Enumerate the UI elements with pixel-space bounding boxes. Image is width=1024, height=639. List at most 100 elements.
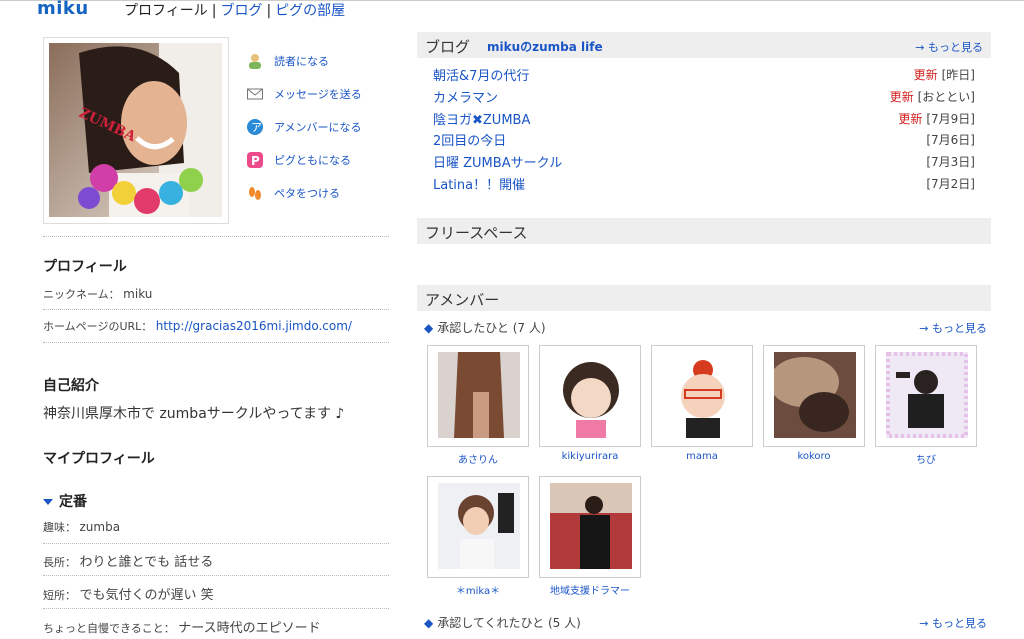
avatar (438, 352, 520, 438)
profile-item-value: zumba (79, 520, 121, 534)
member-card[interactable]: 地域支援ドラマー (539, 476, 641, 597)
arrow-right-icon: ◆ (424, 616, 434, 630)
pigg-friend-action[interactable]: P ピグともになる (246, 143, 396, 176)
free-space-header: フリースペース (417, 218, 991, 244)
member-card[interactable]: kikiyurirara (539, 345, 641, 462)
blog-more-link[interactable]: → もっと見る (915, 39, 983, 55)
send-message-label: メッセージを送る (274, 87, 362, 101)
member-card[interactable]: mama (651, 345, 753, 462)
nav-blog[interactable]: ブログ (220, 3, 262, 19)
profile-item-value: わりと誰とでも 話せる (79, 555, 214, 570)
user-name[interactable]: miku (37, 0, 89, 19)
blog-entry: カメラマン 更新 [おととい] (433, 86, 975, 108)
intro-title: 自己紹介 (43, 378, 99, 394)
profile-item-row: 長所： わりと誰とでも 話せる (43, 551, 213, 570)
profile-item-label: 趣味： (43, 521, 76, 534)
member-avatar-frame (651, 345, 753, 447)
blog-entry-date: [7月3日] (926, 153, 975, 170)
blog-entry-title[interactable]: Latina！！開催 (433, 174, 525, 193)
member-avatar-frame (427, 345, 529, 447)
profile-photo[interactable]: ZUMBA (49, 43, 222, 217)
amember-action[interactable]: ア アメンバーになる (246, 110, 396, 143)
member-name: kokoro (797, 451, 831, 462)
member-avatar-frame (763, 345, 865, 447)
amember-label: アメンバーになる (274, 120, 362, 134)
blog-title: ブログ (425, 38, 471, 56)
top-nav: プロフィール | ブログ | ピグの部屋 (124, 0, 345, 20)
blog-entry-title[interactable]: 2回目の今日 (433, 130, 506, 149)
amember-header: アメンバー (417, 285, 991, 311)
member-name: kikiyurirara (561, 451, 619, 462)
date-text: [7月2日] (926, 176, 975, 191)
member-name: ちび (916, 455, 936, 466)
send-message-action[interactable]: メッセージを送る (246, 77, 396, 110)
blog-entry-title[interactable]: 日曜 ZUMBAサークル (433, 152, 562, 171)
blog-panel-header: ブログ mikuのzumba life → もっと見る (417, 32, 991, 58)
footprint-label: ペタをつける (274, 186, 340, 200)
avatar (886, 352, 968, 438)
update-badge: 更新 (889, 89, 914, 104)
update-badge: 更新 (913, 68, 938, 82)
blog-entry: 日曜 ZUMBAサークル [7月3日] (433, 151, 975, 173)
blog-name-link[interactable]: mikuのzumba life (487, 38, 603, 55)
blog-entry-title[interactable]: 陰ヨガ✖ZUMBA (433, 109, 530, 128)
svg-text:P: P (251, 154, 260, 168)
date-text: [7月3日] (926, 155, 975, 170)
member-avatar-frame (427, 476, 529, 578)
section-standard[interactable]: 定番 (43, 491, 87, 511)
chevron-down-icon (43, 499, 53, 505)
approved-by-more-link[interactable]: → もっと見る (919, 615, 987, 631)
my-profile-title: マイプロフィール (43, 451, 155, 467)
amember-title: アメンバー (425, 291, 500, 309)
svg-text:ア: ア (251, 121, 262, 134)
homepage-row: ホームページのURL： http://gracias2016mi.jimdo.c… (43, 318, 352, 334)
divider (43, 342, 389, 343)
divider (43, 543, 389, 544)
follow-action[interactable]: 読者になる (246, 44, 396, 77)
member-avatar-frame (875, 345, 977, 447)
blog-entry-date: 更新 [昨日] (914, 66, 975, 83)
member-name: 地域支援ドラマー (550, 586, 630, 597)
approved-label: 承認したひと (437, 321, 509, 335)
date-text: [7月9日] (926, 111, 975, 126)
member-card[interactable]: あさりん (427, 345, 529, 466)
footprint-icon (246, 184, 264, 202)
divider (43, 236, 389, 237)
divider (43, 575, 389, 576)
approved-by-count: (5 人) (547, 616, 581, 630)
profile-item-label: 長所： (43, 556, 76, 569)
arrow-left-icon: ◆ (424, 321, 434, 335)
member-avatar-frame (539, 345, 641, 447)
profile-item-row: 短所： でも気付くのが遅い 笑 (43, 584, 214, 603)
member-card[interactable]: ちび (875, 345, 977, 466)
nav-profile[interactable]: プロフィール (124, 3, 208, 19)
date-text: [おととい] (917, 89, 975, 104)
blog-entry: 陰ヨガ✖ZUMBA 更新 [7月9日] (433, 108, 975, 130)
mail-icon (246, 85, 264, 103)
nav-pigg-room[interactable]: ピグの部屋 (275, 3, 345, 19)
profile-item-value: でも気付くのが遅い 笑 (79, 588, 214, 603)
header: miku プロフィール | ブログ | ピグの部屋 (0, 0, 1024, 22)
blog-entry-date: 更新 [おととい] (890, 88, 975, 105)
avatar (550, 352, 632, 438)
member-card[interactable]: ＊mika＊ (427, 476, 529, 597)
pigg-icon: P (246, 151, 264, 169)
member-name: mama (686, 451, 718, 462)
blog-entry: 2回目の今日 [7月6日] (433, 129, 975, 151)
profile-item-row: 趣味： zumba (43, 519, 120, 535)
profile-actions: 読者になる メッセージを送る ア アメンバーになる P ピグともになる ペタをつ… (246, 44, 396, 209)
member-card[interactable]: kokoro (763, 345, 865, 462)
blog-entry-title[interactable]: カメラマン (433, 87, 498, 106)
avatar (550, 483, 632, 569)
blog-entry-title[interactable]: 朝活&7月の代行 (433, 65, 529, 84)
homepage-link[interactable]: http://gracias2016mi.jimdo.com/ (156, 319, 352, 333)
footprint-action[interactable]: ペタをつける (246, 176, 396, 209)
section-standard-label: 定番 (59, 494, 87, 510)
nav-separator: | (266, 3, 272, 19)
blog-entry-date: [7月6日] (926, 131, 975, 148)
nickname-value: miku (123, 287, 153, 301)
nickname-label: ニックネーム： (43, 288, 120, 301)
approved-more-link[interactable]: → もっと見る (919, 320, 987, 336)
profile-item-label: 短所： (43, 589, 76, 602)
intro-text: 神奈川県厚木市で zumbaサークルやってます ♪ (43, 406, 345, 422)
